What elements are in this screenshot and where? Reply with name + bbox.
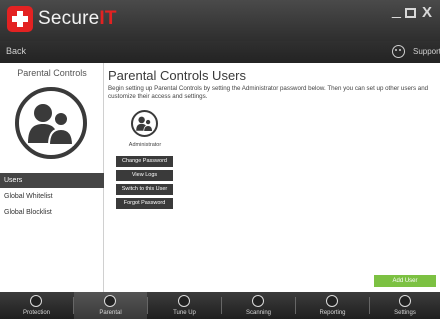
tab-label: Protection: [22, 310, 50, 316]
minimize-icon[interactable]: _: [392, 3, 401, 19]
tab-parental[interactable]: Parental: [74, 292, 147, 319]
change-password-button[interactable]: Change Password: [116, 156, 173, 167]
app-logo: SecureIT: [38, 8, 117, 30]
cross-logo-icon: [7, 6, 33, 32]
forgot-password-button[interactable]: Forgot Password: [116, 198, 173, 209]
user-name-label: Administrator: [128, 142, 162, 148]
sidebar-item-global-whitelist[interactable]: Global Whitelist: [0, 189, 104, 204]
tune-up-icon: [178, 295, 190, 307]
tab-label: Tune Up: [173, 310, 196, 316]
tab-protection[interactable]: Protection: [0, 292, 73, 319]
add-user-button[interactable]: Add User: [374, 275, 436, 287]
switch-user-button[interactable]: Switch to this User: [116, 184, 173, 195]
tab-label: Settings: [394, 310, 416, 316]
page-title: Parental Controls Users: [108, 68, 246, 83]
back-button[interactable]: Back: [6, 46, 26, 56]
page-description: Begin setting up Parental Controls by se…: [108, 85, 429, 100]
sidebar-title: Parental Controls: [17, 68, 87, 78]
sidebar: Parental Controls Users Global Whitelist…: [0, 63, 104, 292]
tab-tune-up[interactable]: Tune Up: [148, 292, 221, 319]
tab-settings[interactable]: Settings: [370, 292, 440, 319]
bottom-navigation: Protection Parental Tune Up Scanning Rep…: [0, 292, 440, 319]
sidebar-item-global-blocklist[interactable]: Global Blocklist: [0, 205, 104, 220]
close-button[interactable]: X: [422, 5, 432, 21]
tab-label: Reporting: [319, 310, 346, 316]
gear-icon: [399, 295, 411, 307]
users-icon: [15, 87, 87, 159]
lock-icon: [30, 295, 42, 307]
tab-scanning[interactable]: Scanning: [222, 292, 295, 319]
support-icon[interactable]: [392, 45, 405, 58]
title-bar: SecureIT _ X: [0, 0, 440, 41]
support-link[interactable]: Support: [413, 47, 440, 56]
tab-label: Scanning: [245, 310, 272, 316]
administrator-avatar-icon[interactable]: [131, 110, 158, 137]
report-icon: [326, 295, 338, 307]
sidebar-item-users[interactable]: Users: [0, 173, 104, 188]
brand-suffix: IT: [99, 8, 117, 29]
scan-icon: [252, 295, 264, 307]
navigation-bar: Back Support: [0, 41, 440, 63]
view-logs-button[interactable]: View Logs: [116, 170, 173, 181]
maximize-icon[interactable]: [405, 8, 416, 18]
users-icon: [104, 295, 116, 307]
brand-prefix: Secure: [38, 8, 100, 29]
tab-reporting[interactable]: Reporting: [296, 292, 369, 319]
tab-label: Parental: [99, 310, 122, 316]
